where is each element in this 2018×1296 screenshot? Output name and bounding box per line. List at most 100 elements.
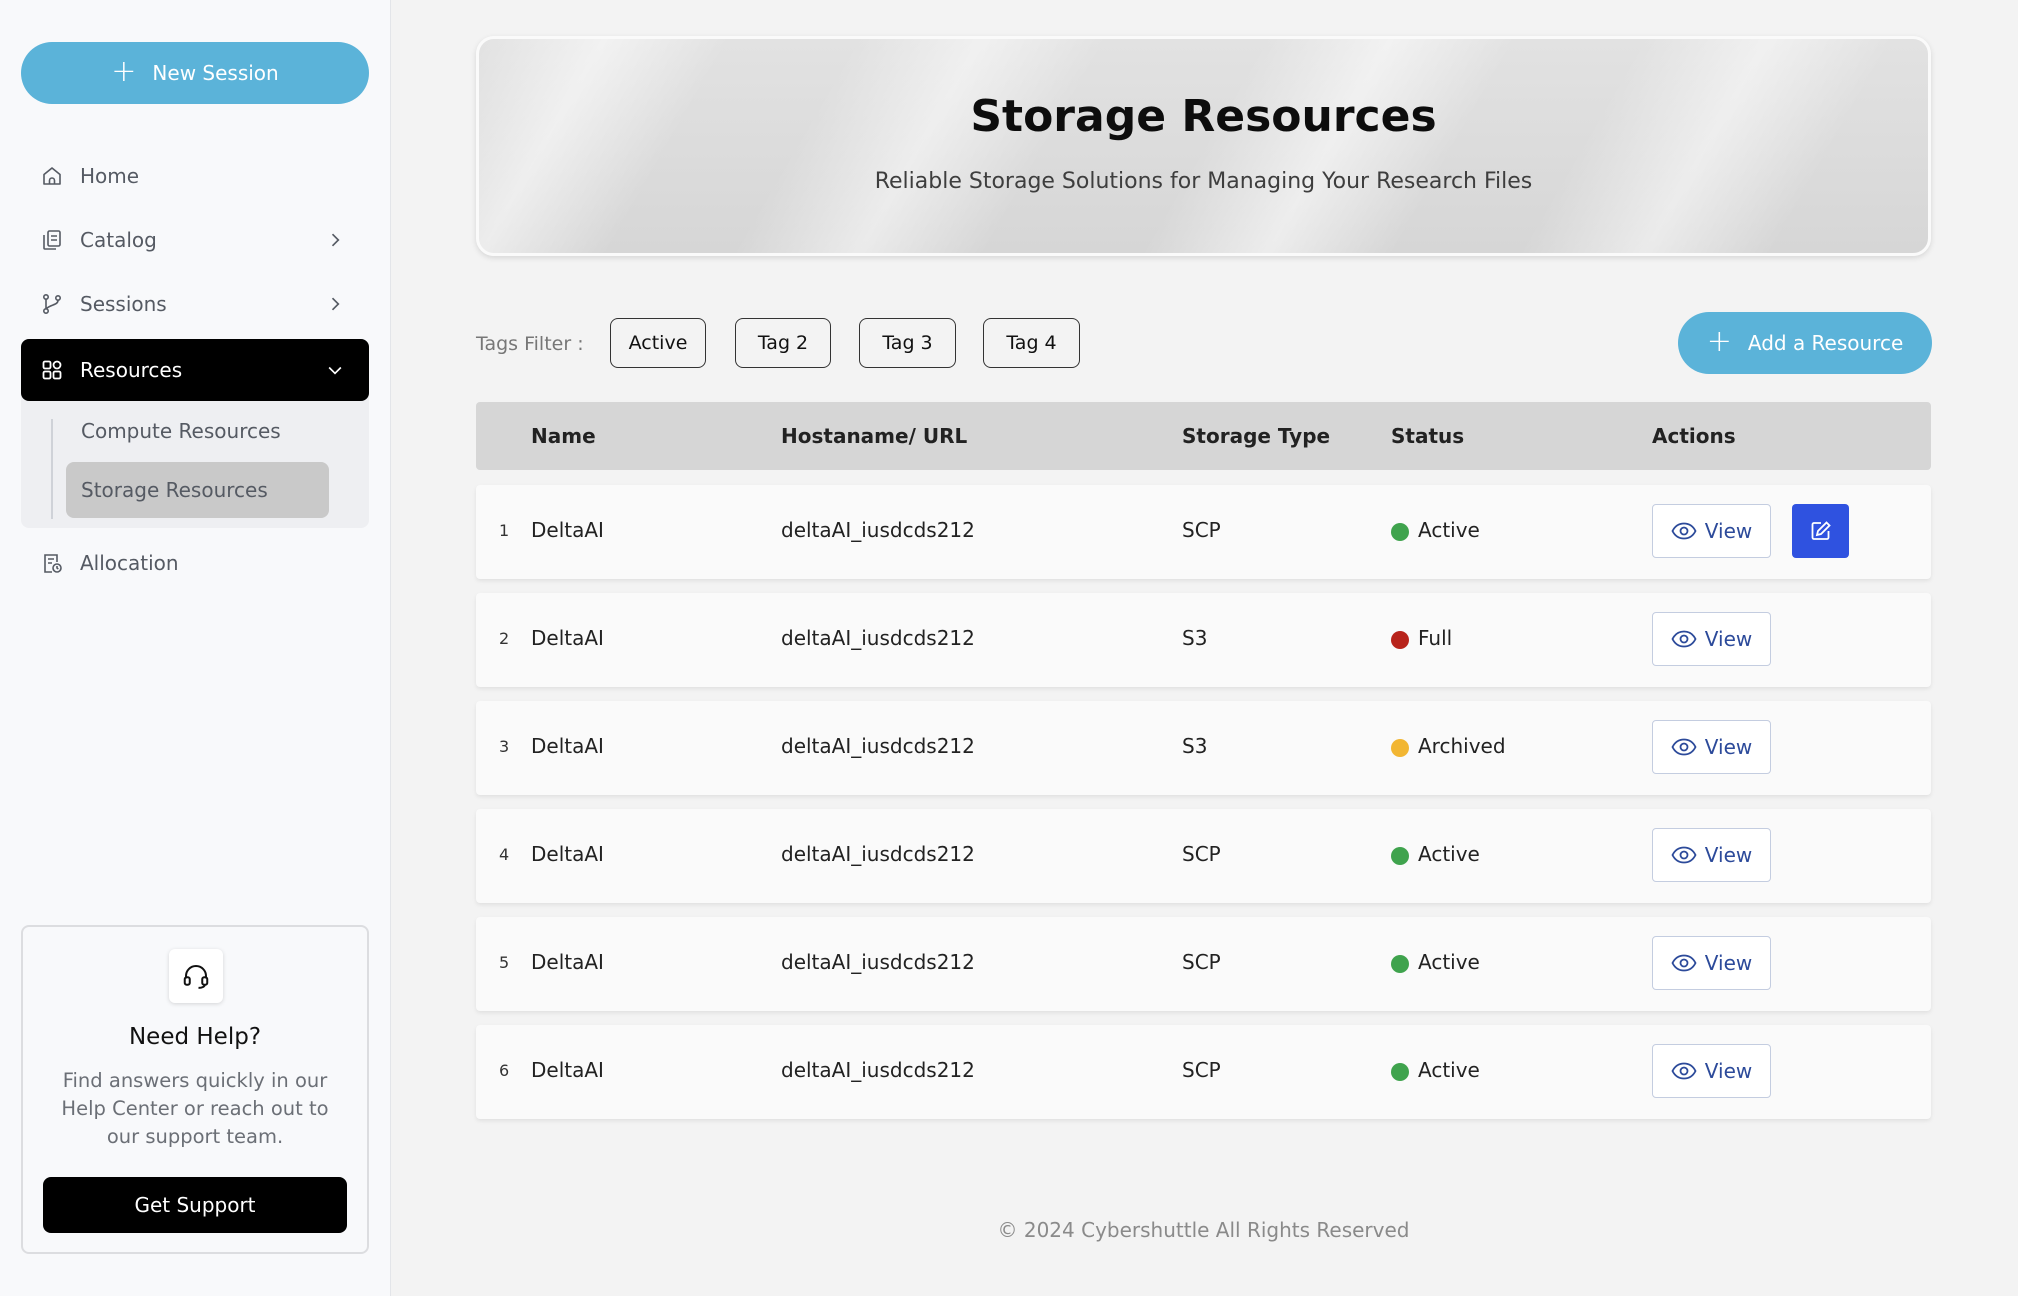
allocation-icon — [39, 550, 65, 576]
row-number: 2 — [499, 629, 510, 648]
view-button[interactable]: View — [1652, 504, 1771, 558]
resource-hostname: deltaAI_iusdcds212 — [781, 734, 975, 758]
page-title: Storage Resources — [970, 91, 1437, 142]
help-card: Need Help? Find answers quickly in our H… — [21, 925, 369, 1254]
help-title: Need Help? — [128, 1024, 262, 1050]
resource-name: DeltaAI — [531, 518, 604, 542]
table-row: 2 DeltaAI deltaAI_iusdcds212 S3 Full View — [476, 593, 1931, 687]
tag-filter-tag-2[interactable]: Tag 2 — [735, 318, 831, 368]
eye-icon — [1671, 737, 1697, 757]
headset-icon — [169, 949, 223, 1003]
row-number: 5 — [499, 953, 510, 972]
chevron-down-icon — [323, 358, 347, 382]
status-dot-icon — [1391, 739, 1409, 757]
resource-name: DeltaAI — [531, 842, 604, 866]
edit-icon — [1809, 519, 1833, 543]
row-number: 4 — [499, 845, 510, 864]
plus-icon: + — [111, 53, 137, 89]
footer-copyright: © 2024 Cybershuttle All Rights Reserved — [997, 1218, 1410, 1242]
submenu-guide-line — [51, 419, 53, 519]
column-header-name: Name — [531, 424, 596, 448]
view-button-label: View — [1704, 519, 1753, 543]
resource-hostname: deltaAI_iusdcds212 — [781, 1058, 975, 1082]
column-header-status: Status — [1391, 424, 1465, 448]
table-row: 1 DeltaAI deltaAI_iusdcds212 SCP Active View — [476, 485, 1931, 579]
eye-icon — [1671, 845, 1697, 865]
resource-hostname: deltaAI_iusdcds212 — [781, 518, 975, 542]
sidebar-item-catalog[interactable]: Catalog — [21, 209, 369, 271]
tags-filter-label: Tags Filter : — [476, 333, 584, 355]
resources-group: Resources Compute Resources Storage Reso… — [21, 339, 369, 528]
sidebar-subitem-label: Storage Resources — [81, 478, 268, 502]
resource-name: DeltaAI — [531, 950, 604, 974]
sidebar-item-label: Home — [80, 164, 140, 188]
storage-type: S3 — [1182, 626, 1208, 650]
row-number: 3 — [499, 737, 510, 756]
sidebar-item-label: Sessions — [80, 292, 167, 316]
column-header-storage-type: Storage Type — [1182, 424, 1331, 448]
sidebar-item-label: Catalog — [80, 228, 157, 252]
status-text: Full — [1418, 626, 1453, 650]
status-text: Active — [1418, 950, 1480, 974]
status-dot-icon — [1391, 631, 1409, 649]
status-dot-icon — [1391, 523, 1409, 541]
resource-name: DeltaAI — [531, 1058, 604, 1082]
get-support-button[interactable]: Get Support — [43, 1177, 347, 1233]
view-button-label: View — [1704, 843, 1753, 867]
chevron-right-icon — [323, 228, 347, 252]
eye-icon — [1671, 953, 1697, 973]
table-row: 4 DeltaAI deltaAI_iusdcds212 SCP Active View — [476, 809, 1931, 903]
view-button[interactable]: View — [1652, 612, 1771, 666]
sidebar-subitem-storage-resources[interactable]: Storage Resources — [66, 462, 329, 518]
sidebar-item-sessions[interactable]: Sessions — [21, 273, 369, 335]
add-resource-button[interactable]: + Add a Resource — [1678, 312, 1932, 374]
status-text: Active — [1418, 842, 1480, 866]
status-text: Active — [1418, 1058, 1480, 1082]
view-button[interactable]: View — [1652, 720, 1771, 774]
resource-name: DeltaAI — [531, 734, 604, 758]
table-row: 3 DeltaAI deltaAI_iusdcds212 S3 Archived View — [476, 701, 1931, 795]
column-header-hostname: Hostaname/ URL — [781, 424, 968, 448]
page-subtitle: Reliable Storage Solutions for Managing … — [874, 169, 1533, 194]
status-text: Archived — [1418, 734, 1506, 758]
eye-icon — [1671, 629, 1697, 649]
table-header: Name Hostaname/ URL Storage Type Status … — [476, 402, 1931, 470]
table-row: 5 DeltaAI deltaAI_iusdcds212 SCP Active View — [476, 917, 1931, 1011]
sidebar-item-label: Allocation — [80, 551, 179, 575]
storage-type: SCP — [1182, 842, 1221, 866]
view-button-label: View — [1704, 627, 1753, 651]
eye-icon — [1671, 521, 1697, 541]
row-number: 6 — [499, 1061, 510, 1080]
status-text: Active — [1418, 518, 1480, 542]
sidebar-item-home[interactable]: Home — [21, 145, 369, 207]
sidebar-subitem-compute-resources[interactable]: Compute Resources — [66, 403, 329, 459]
tag-filter-active[interactable]: Active — [610, 318, 706, 368]
status-dot-icon — [1391, 847, 1409, 865]
new-session-label: New Session — [152, 61, 279, 85]
sidebar-item-label: Resources — [80, 358, 183, 382]
eye-icon — [1671, 1061, 1697, 1081]
view-button-label: View — [1704, 735, 1753, 759]
edit-button[interactable] — [1792, 504, 1849, 558]
view-button[interactable]: View — [1652, 828, 1771, 882]
storage-type: SCP — [1182, 1058, 1221, 1082]
sidebar-subitem-label: Compute Resources — [81, 419, 281, 443]
tag-filter-tag-3[interactable]: Tag 3 — [859, 318, 956, 368]
view-button-label: View — [1704, 951, 1753, 975]
new-session-button[interactable]: + New Session — [21, 42, 369, 104]
status-dot-icon — [1391, 955, 1409, 973]
table-row: 6 DeltaAI deltaAI_iusdcds212 SCP Active View — [476, 1025, 1931, 1119]
resource-hostname: deltaAI_iusdcds212 — [781, 950, 975, 974]
sidebar: + New Session Home Catalog Sessions Reso… — [0, 0, 391, 1296]
tag-filter-tag-4[interactable]: Tag 4 — [983, 318, 1080, 368]
sidebar-item-resources[interactable]: Resources — [21, 339, 369, 401]
column-header-actions: Actions — [1652, 424, 1736, 448]
hero-banner: Storage Resources Reliable Storage Solut… — [476, 36, 1931, 256]
help-text: Find answers quickly in our Help Center … — [61, 1069, 329, 1148]
resource-name: DeltaAI — [531, 626, 604, 650]
sidebar-item-allocation[interactable]: Allocation — [21, 532, 369, 594]
view-button[interactable]: View — [1652, 1044, 1771, 1098]
view-button[interactable]: View — [1652, 936, 1771, 990]
status-dot-icon — [1391, 1063, 1409, 1081]
view-button-label: View — [1704, 1059, 1753, 1083]
